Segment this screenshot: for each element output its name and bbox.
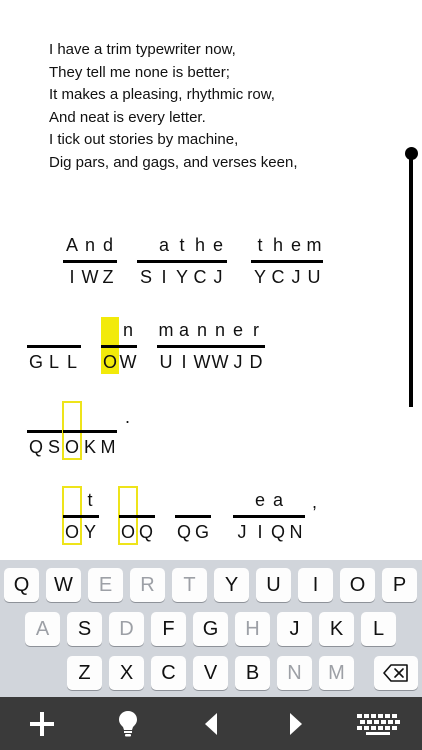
poem-line: Dig pars, and gags, and verses keen, (49, 153, 298, 171)
key-i[interactable]: I (298, 568, 333, 602)
arrow-right-icon (290, 712, 302, 735)
key-d[interactable]: D (109, 612, 144, 646)
key-e[interactable]: E (88, 568, 123, 602)
key-k[interactable]: K (319, 612, 354, 646)
puzzle-cell-matching[interactable]: O (62, 486, 82, 545)
key-f[interactable]: F (151, 612, 186, 646)
arrow-left-icon (205, 712, 217, 735)
delete-key[interactable] (374, 656, 418, 690)
poem-line: I have a trim typewriter now, (49, 41, 236, 58)
punctuation-mark: , (312, 492, 318, 512)
poem-line: It makes a pleasing, rhythmic row, (49, 86, 275, 103)
keyboard-toggle-button[interactable] (354, 697, 404, 750)
puzzle-cell-selected[interactable]: O (101, 317, 119, 374)
key-r[interactable]: R (130, 568, 165, 602)
keyboard: Q W E R T Y U I O P A S D F G H J K L Z … (0, 560, 422, 697)
backspace-icon (383, 663, 408, 682)
puzzle-cell-matching[interactable]: O (62, 401, 82, 460)
scroll-track[interactable] (409, 153, 413, 407)
key-u[interactable]: U (256, 568, 291, 602)
keyboard-icon (357, 713, 400, 735)
key-n[interactable]: N (277, 656, 312, 690)
plus-icon (30, 711, 54, 736)
key-j[interactable]: J (277, 612, 312, 646)
bottom-toolbar (0, 697, 422, 750)
key-y[interactable]: Y (214, 568, 249, 602)
poem-text: I have a trim typewriter now, They tell … (49, 39, 379, 174)
poem-line: And neat is every letter. (49, 108, 206, 126)
punctuation-mark: . (125, 407, 131, 427)
puzzle-cell-matching[interactable]: O (118, 486, 138, 545)
key-c[interactable]: C (151, 656, 186, 690)
key-t[interactable]: T (172, 568, 207, 602)
key-o[interactable]: O (340, 568, 375, 602)
key-p[interactable]: P (382, 568, 417, 602)
poem-line: They tell me none is better; (49, 63, 230, 81)
scroll-handle[interactable] (405, 147, 418, 160)
add-button[interactable] (22, 697, 62, 750)
key-b[interactable]: B (235, 656, 270, 690)
poem-line: I tick out stories by machine, (49, 131, 239, 148)
key-x[interactable]: X (109, 656, 144, 690)
next-button[interactable] (278, 697, 314, 750)
lightbulb-icon (119, 710, 137, 736)
hint-button[interactable] (108, 697, 148, 750)
previous-button[interactable] (193, 697, 229, 750)
key-l[interactable]: L (361, 612, 396, 646)
key-w[interactable]: W (46, 568, 81, 602)
key-g[interactable]: G (193, 612, 228, 646)
key-m[interactable]: M (319, 656, 354, 690)
key-q[interactable]: Q (4, 568, 39, 602)
key-z[interactable]: Z (67, 656, 102, 690)
key-v[interactable]: V (193, 656, 228, 690)
key-h[interactable]: H (235, 612, 270, 646)
key-s[interactable]: S (67, 612, 102, 646)
key-a[interactable]: A (25, 612, 60, 646)
